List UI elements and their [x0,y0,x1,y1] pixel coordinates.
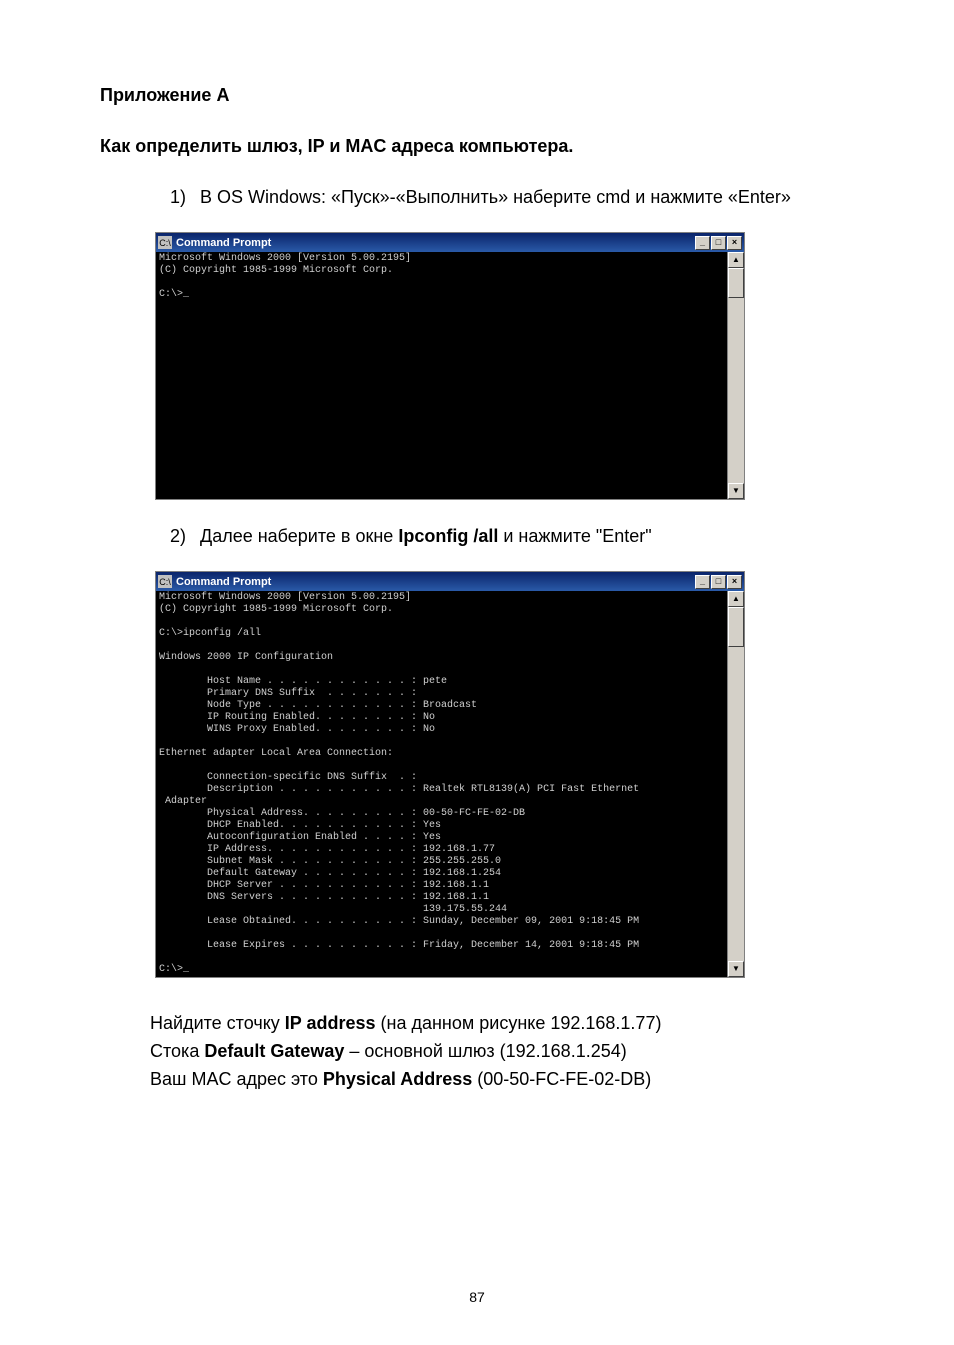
maximize-button[interactable]: □ [711,236,726,250]
close-button[interactable]: × [727,236,742,250]
t: Найдите сточку [150,1013,285,1033]
app-icon: C:\ [158,236,172,249]
scroll-thumb[interactable] [728,607,744,647]
command-prompt-window-1: C:\ Command Prompt _ □ × Microsoft Windo… [155,232,745,500]
console-output[interactable]: Microsoft Windows 2000 [Version 5.00.219… [156,252,727,499]
line-ip: Найдите сточку IP address (на данном рис… [150,1010,854,1038]
line-mac: Ваш MAC адрес это Physical Address (00-5… [150,1066,854,1094]
titlebar: C:\ Command Prompt _ □ × [156,233,744,252]
app-icon: C:\ [158,575,172,588]
step-2-number: 2) [170,524,200,549]
ip-address-label: IP address [285,1013,376,1033]
explanation-text: Найдите сточку IP address (на данном рис… [150,1010,854,1094]
window-title: Command Prompt [176,576,695,588]
t: Стока [150,1041,204,1061]
scroll-up-button[interactable]: ▲ [728,252,744,268]
scroll-up-button[interactable]: ▲ [728,591,744,607]
scroll-track[interactable] [728,607,744,961]
t: – основной шлюз (192.168.1.254) [344,1041,626,1061]
section-subtitle: Как определить шлюз, IP и MAC адреса ком… [100,136,854,157]
window-title: Command Prompt [176,237,695,249]
minimize-button[interactable]: _ [695,236,710,250]
t: Ваш MAC адрес это [150,1069,323,1089]
step-1: 1) В OS Windows: «Пуск»-«Выполнить» набе… [170,185,854,210]
minimize-button[interactable]: _ [695,575,710,589]
line-gateway: Стока Default Gateway – основной шлюз (1… [150,1038,854,1066]
step-2-command: Ipconfig /all [398,526,498,546]
step-2-prefix: Далее наберите в окне [200,526,398,546]
maximize-button[interactable]: □ [711,575,726,589]
t: (на данном рисунке 192.168.1.77) [376,1013,662,1033]
window-controls: _ □ × [695,575,742,589]
default-gateway-label: Default Gateway [204,1041,344,1061]
t: (00-50-FC-FE-02-DB) [472,1069,651,1089]
step-2-suffix: и нажмите "Enter" [498,526,651,546]
close-button[interactable]: × [727,575,742,589]
document-page: Приложение А Как определить шлюз, IP и M… [0,0,954,1345]
scroll-down-button[interactable]: ▼ [728,961,744,977]
step-2-text: Далее наберите в окне Ipconfig /all и на… [200,524,652,549]
window-body: Microsoft Windows 2000 [Version 5.00.219… [156,591,744,977]
scroll-thumb[interactable] [728,268,744,298]
step-1-text: В OS Windows: «Пуск»-«Выполнить» наберит… [200,185,791,210]
appendix-title: Приложение А [100,85,854,106]
scroll-track[interactable] [728,268,744,483]
scrollbar[interactable]: ▲ ▼ [727,591,744,977]
window-controls: _ □ × [695,236,742,250]
step-2: 2) Далее наберите в окне Ipconfig /all и… [170,524,854,549]
physical-address-label: Physical Address [323,1069,472,1089]
command-prompt-window-2: C:\ Command Prompt _ □ × Microsoft Windo… [155,571,745,978]
console-output[interactable]: Microsoft Windows 2000 [Version 5.00.219… [156,591,727,977]
scroll-down-button[interactable]: ▼ [728,483,744,499]
step-1-number: 1) [170,185,200,210]
titlebar: C:\ Command Prompt _ □ × [156,572,744,591]
window-body: Microsoft Windows 2000 [Version 5.00.219… [156,252,744,499]
scrollbar[interactable]: ▲ ▼ [727,252,744,499]
page-number: 87 [0,1289,954,1305]
